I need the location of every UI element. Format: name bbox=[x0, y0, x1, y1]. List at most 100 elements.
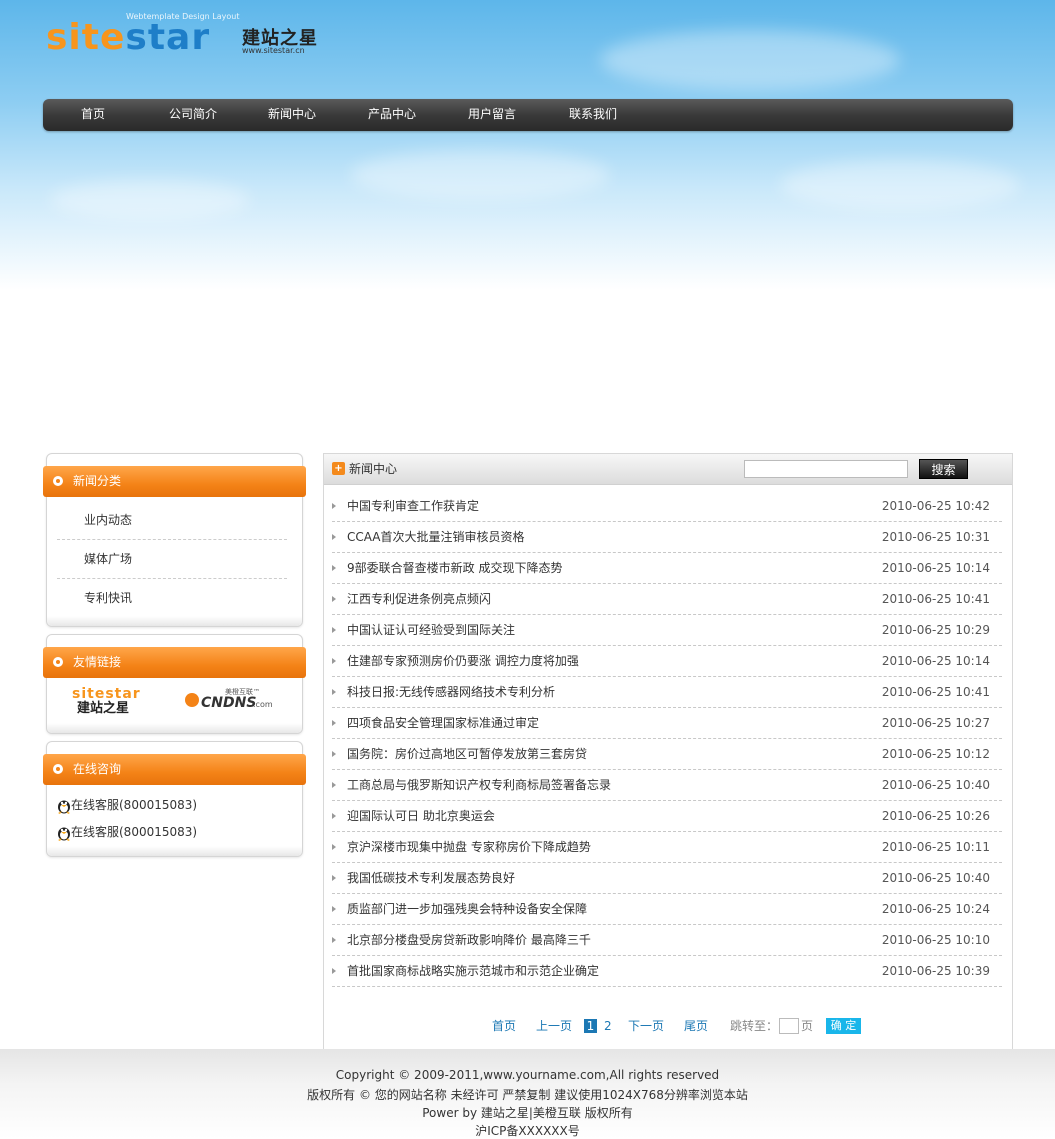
arrow-icon bbox=[332, 596, 336, 602]
category-item[interactable]: 业内动态 bbox=[57, 501, 287, 540]
news-date: 2010-06-25 10:31 bbox=[881, 530, 990, 544]
footer-rights: 版权所有 © 您的网站名称 未经许可 严禁复制 建议使用1024X768分辨率浏… bbox=[307, 1088, 748, 1102]
sitestar-logo-cn: 建站之星 bbox=[77, 701, 130, 716]
pager-page-2[interactable]: 2 bbox=[604, 1018, 612, 1034]
news-date: 2010-06-25 10:40 bbox=[881, 778, 990, 792]
news-title-link[interactable]: 中国认证认可经验受到国际关注 bbox=[347, 615, 515, 646]
logo-brand-part1: site bbox=[46, 17, 126, 58]
news-date: 2010-06-25 10:40 bbox=[881, 871, 990, 885]
news-row[interactable]: 我国低碳技术专利发展态势良好 2010-06-25 10:40 bbox=[332, 863, 1002, 894]
footer-powered-by: Power by 建站之星|美橙互联 版权所有 bbox=[422, 1106, 633, 1120]
cndns-logo-sub: .com bbox=[253, 700, 273, 709]
news-row[interactable]: 工商总局与俄罗斯知识产权专利商标局签署备忘录 2010-06-25 10:40 bbox=[332, 770, 1002, 801]
logo-url: www.sitestar.cn bbox=[242, 46, 305, 55]
news-title-link[interactable]: 四项食品安全管理国家标准通过审定 bbox=[347, 708, 539, 739]
news-title-link[interactable]: 科技日报:无线传感器网络技术专利分析 bbox=[347, 677, 555, 708]
category-item[interactable]: 媒体广场 bbox=[57, 540, 287, 579]
cloud-decoration bbox=[780, 160, 1020, 210]
news-row[interactable]: 9部委联合督查楼市新政 成交现下降态势 2010-06-25 10:14 bbox=[332, 553, 1002, 584]
nav-item-about[interactable]: 公司简介 bbox=[169, 99, 217, 129]
nav-item-products[interactable]: 产品中心 bbox=[368, 99, 416, 129]
news-title-link[interactable]: 中国专利审查工作获肯定 bbox=[347, 491, 479, 522]
news-row[interactable]: 住建部专家预测房价仍要涨 调控力度将加强 2010-06-25 10:14 bbox=[332, 646, 1002, 677]
sitestar-logo-text: sitestar bbox=[72, 686, 141, 702]
box-bottom bbox=[47, 723, 302, 733]
bullet-icon bbox=[53, 764, 63, 774]
footer-icp: 沪ICP备XXXXXX号 bbox=[475, 1124, 580, 1138]
nav-item-news[interactable]: 新闻中心 bbox=[268, 99, 316, 129]
pager-first[interactable]: 首页 bbox=[492, 1018, 516, 1034]
cloud-decoration bbox=[50, 180, 250, 220]
bullet-icon bbox=[53, 476, 63, 486]
news-row[interactable]: CCAA首次大批量注销审核员资格 2010-06-25 10:31 bbox=[332, 522, 1002, 553]
arrow-icon bbox=[332, 534, 336, 540]
consult-header: 在线咨询 bbox=[43, 754, 306, 785]
news-row[interactable]: 四项食品安全管理国家标准通过审定 2010-06-25 10:27 bbox=[332, 708, 1002, 739]
qq-service-link[interactable]: 在线客服(800015083) bbox=[57, 796, 197, 814]
nav-item-contact[interactable]: 联系我们 bbox=[569, 99, 617, 129]
news-date: 2010-06-25 10:10 bbox=[881, 933, 990, 947]
bullet-icon bbox=[53, 657, 63, 667]
search-button[interactable]: 搜索 bbox=[919, 459, 968, 479]
news-row[interactable]: 质监部门进一步加强残奥会特种设备安全保障 2010-06-25 10:24 bbox=[332, 894, 1002, 925]
news-title-link[interactable]: 住建部专家预测房价仍要涨 调控力度将加强 bbox=[347, 646, 579, 677]
category-header: 新闻分类 bbox=[43, 466, 306, 497]
news-row[interactable]: 科技日报:无线传感器网络技术专利分析 2010-06-25 10:41 bbox=[332, 677, 1002, 708]
pager-ok-button[interactable]: 确 定 bbox=[826, 1018, 861, 1034]
news-row[interactable]: 迎国际认可日 助北京奥运会 2010-06-25 10:26 bbox=[332, 801, 1002, 832]
news-title-link[interactable]: 国务院：房价过高地区可暂停发放第三套房贷 bbox=[347, 739, 587, 770]
news-date: 2010-06-25 10:41 bbox=[881, 592, 990, 606]
qq-service-link[interactable]: 在线客服(800015083) bbox=[57, 823, 197, 841]
news-row[interactable]: 江西专利促进条例亮点频闪 2010-06-25 10:41 bbox=[332, 584, 1002, 615]
news-title-link[interactable]: 我国低碳技术专利发展态势良好 bbox=[347, 863, 515, 894]
search-input[interactable] bbox=[744, 460, 908, 478]
pager-prev[interactable]: 上一页 bbox=[536, 1018, 572, 1034]
arrow-icon bbox=[332, 565, 336, 571]
news-title-link[interactable]: 京沪深楼市现集中抛盘 专家称房价下降成趋势 bbox=[347, 832, 591, 863]
nav-item-home[interactable]: 首页 bbox=[81, 99, 105, 129]
news-date: 2010-06-25 10:14 bbox=[881, 654, 990, 668]
news-date: 2010-06-25 10:12 bbox=[881, 747, 990, 761]
arrow-icon bbox=[332, 782, 336, 788]
pager-goto-label: 跳转至： bbox=[730, 1019, 779, 1033]
pager-goto-input[interactable] bbox=[779, 1018, 799, 1034]
news-row[interactable]: 中国专利审查工作获肯定 2010-06-25 10:42 bbox=[332, 491, 1002, 522]
news-title-link[interactable]: 江西专利促进条例亮点频闪 bbox=[347, 584, 491, 615]
category-title: 新闻分类 bbox=[73, 474, 122, 488]
news-row[interactable]: 首批国家商标战略实施示范城市和示范企业确定 2010-06-25 10:39 bbox=[332, 956, 1002, 987]
sitestar-link-logo[interactable]: sitestar 建站之星 bbox=[72, 687, 152, 717]
news-date: 2010-06-25 10:26 bbox=[881, 809, 990, 823]
pager-page-unit: 页 bbox=[801, 1019, 814, 1033]
news-title-link[interactable]: CCAA首次大批量注销审核员资格 bbox=[347, 522, 525, 553]
qq-penguin-icon bbox=[57, 825, 71, 841]
news-date: 2010-06-25 10:24 bbox=[881, 902, 990, 916]
news-title-link[interactable]: 工商总局与俄罗斯知识产权专利商标局签署备忘录 bbox=[347, 770, 611, 801]
pager-current-page: 1 bbox=[584, 1019, 597, 1033]
news-panel-title: 新闻中心 bbox=[349, 462, 398, 476]
logo-brand-part2: star bbox=[125, 17, 211, 58]
news-date: 2010-06-25 10:29 bbox=[881, 623, 990, 637]
news-row[interactable]: 京沪深楼市现集中抛盘 专家称房价下降成趋势 2010-06-25 10:11 bbox=[332, 832, 1002, 863]
arrow-icon bbox=[332, 844, 336, 850]
cloud-decoration bbox=[350, 150, 610, 200]
news-date: 2010-06-25 10:42 bbox=[881, 499, 990, 513]
news-date: 2010-06-25 10:39 bbox=[881, 964, 990, 978]
news-date: 2010-06-25 10:11 bbox=[881, 840, 990, 854]
news-title-link[interactable]: 9部委联合督查楼市新政 成交现下降态势 bbox=[347, 553, 562, 584]
qq-service-label: 在线客服(800015083) bbox=[71, 798, 198, 812]
news-row[interactable]: 中国认证认可经验受到国际关注 2010-06-25 10:29 bbox=[332, 615, 1002, 646]
news-title-link[interactable]: 北京部分楼盘受房贷新政影响降价 最高降三千 bbox=[347, 925, 591, 956]
site-logo[interactable]: Webtemplate Design Layout sitestar 建站之星 … bbox=[46, 12, 326, 58]
pager-next[interactable]: 下一页 bbox=[628, 1018, 664, 1034]
news-row[interactable]: 国务院：房价过高地区可暂停发放第三套房贷 2010-06-25 10:12 bbox=[332, 739, 1002, 770]
cndns-link-logo[interactable]: 美橙互联™ CNDNS .com bbox=[185, 687, 275, 717]
news-title-link[interactable]: 质监部门进一步加强残奥会特种设备安全保障 bbox=[347, 894, 587, 925]
nav-item-guestbook[interactable]: 用户留言 bbox=[468, 99, 516, 129]
news-row[interactable]: 北京部分楼盘受房贷新政影响降价 最高降三千 2010-06-25 10:10 bbox=[332, 925, 1002, 956]
qq-penguin-icon bbox=[57, 798, 71, 814]
box-bottom bbox=[47, 846, 302, 856]
pager-last[interactable]: 尾页 bbox=[684, 1018, 708, 1034]
news-title-link[interactable]: 首批国家商标战略实施示范城市和示范企业确定 bbox=[347, 956, 599, 987]
news-title-link[interactable]: 迎国际认可日 助北京奥运会 bbox=[347, 801, 495, 832]
category-item[interactable]: 专利快讯 bbox=[57, 579, 287, 618]
